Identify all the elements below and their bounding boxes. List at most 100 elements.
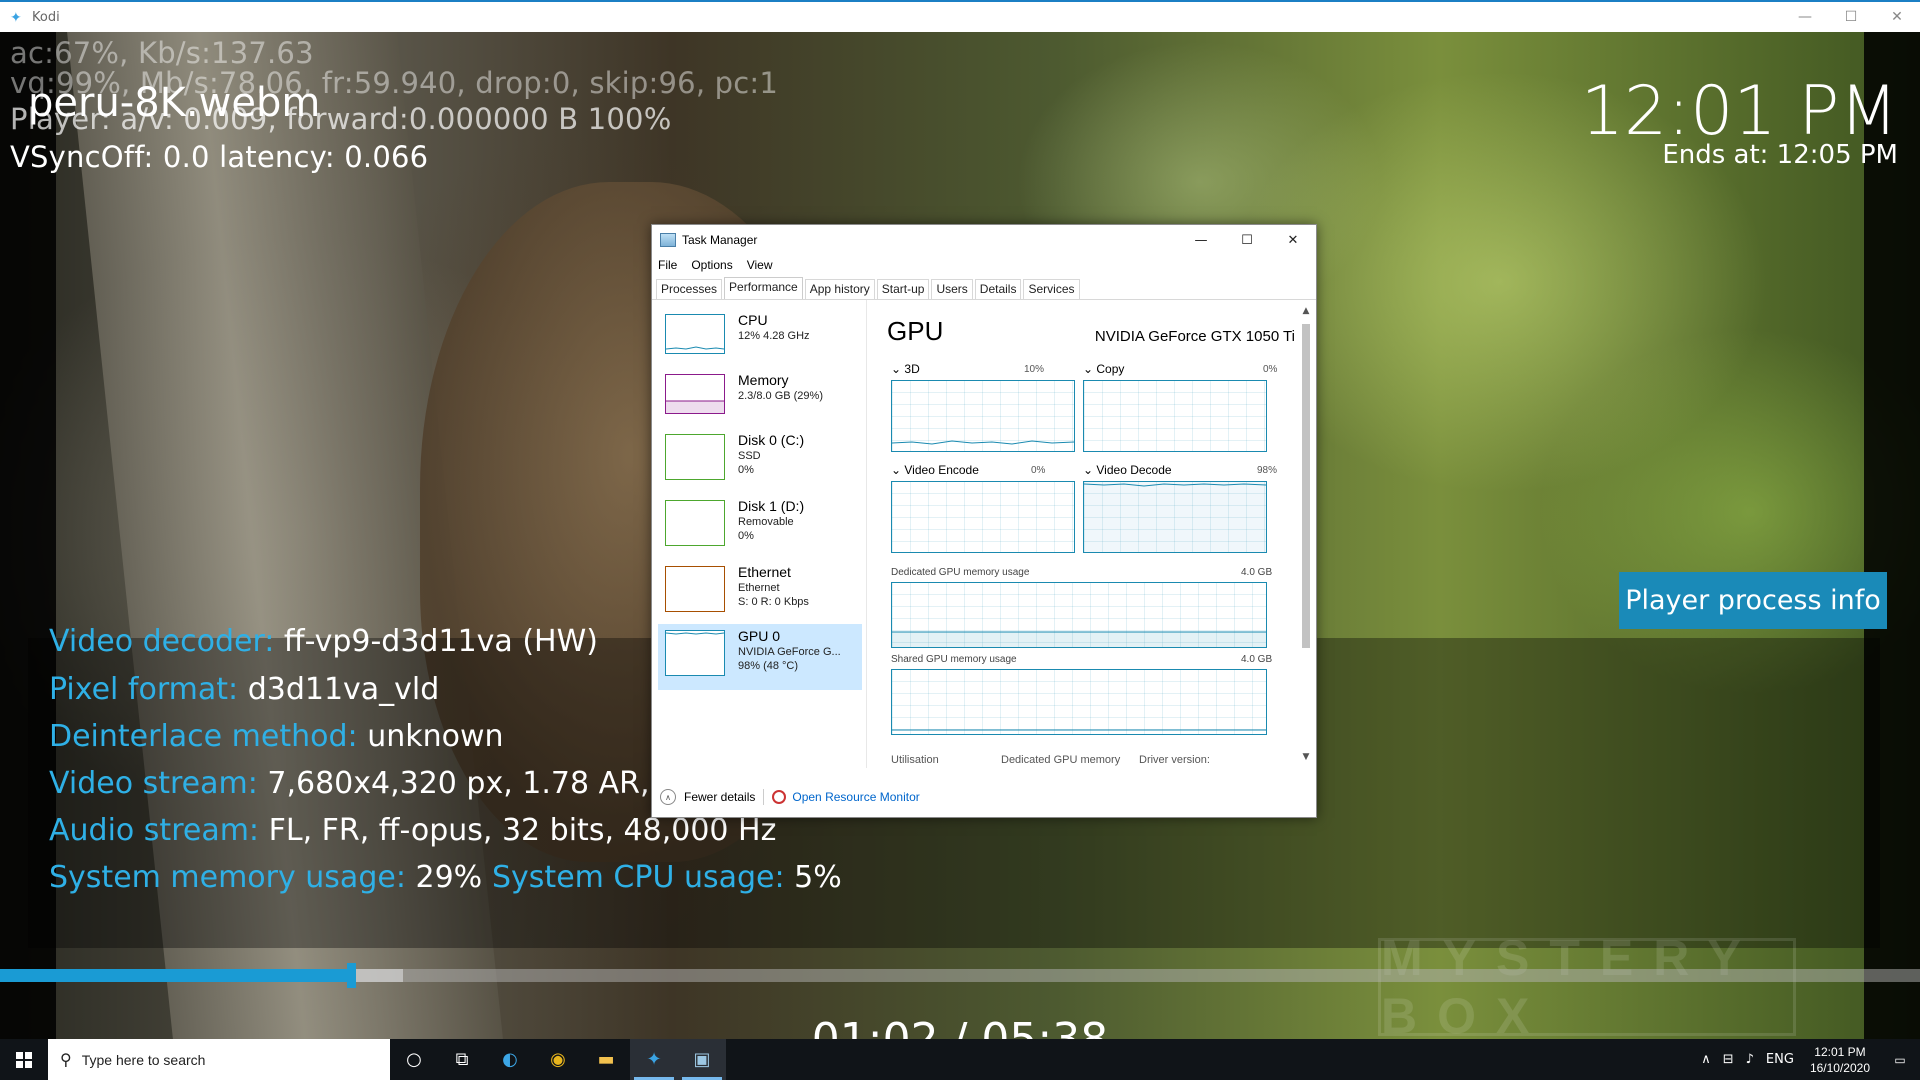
engine-video-encode-pct: 0%: [1031, 465, 1046, 476]
tm-close-button[interactable]: ✕: [1270, 225, 1316, 255]
tm-title: Task Manager: [682, 233, 758, 247]
taskbar-clock[interactable]: 12:01 PM 16/10/2020: [1810, 1044, 1870, 1076]
gpu-heading: GPU: [887, 316, 944, 346]
task-manager-taskbar-icon[interactable]: ▣: [678, 1039, 726, 1080]
engine-3d-label[interactable]: ⌄ 3D: [891, 362, 920, 376]
seek-handle[interactable]: [347, 963, 357, 988]
tm-scrollbar[interactable]: ▲ ▼: [1300, 306, 1312, 764]
memory-thumbnail: [665, 374, 725, 414]
task-manager-icon: [660, 233, 676, 247]
volume-icon[interactable]: ♪: [1746, 1052, 1754, 1067]
search-placeholder: Type here to search: [81, 1051, 206, 1068]
window-title: Kodi: [32, 9, 60, 25]
engine-copy-label[interactable]: ⌄ Copy: [1083, 362, 1124, 376]
cortana-icon[interactable]: ○: [390, 1039, 438, 1080]
task-view-icon[interactable]: ⧉: [438, 1039, 486, 1080]
start-button[interactable]: [0, 1039, 48, 1080]
scroll-down-icon[interactable]: ▼: [1300, 752, 1312, 762]
resource-ethernet[interactable]: Ethernet Ethernet S: 0 R: 0 Kbps: [658, 560, 862, 624]
info-system-cpu: System CPU usage: 5%: [492, 860, 842, 895]
engine-video-decode-pct: 98%: [1257, 465, 1278, 476]
osd-audio-stats: ac:67%, Kb/s:137.63: [10, 36, 314, 70]
tab-users[interactable]: Users: [931, 279, 973, 299]
tab-app-history[interactable]: App history: [804, 279, 875, 299]
fewer-details-link[interactable]: Fewer details: [684, 790, 755, 804]
shared-memory-max: 4.0 GB: [1241, 654, 1273, 665]
tm-menu-bar: File Options View: [652, 255, 1316, 275]
close-button[interactable]: ✕: [1874, 2, 1920, 32]
dedicated-memory-max: 4.0 GB: [1241, 567, 1273, 578]
tm-resource-list: CPU 12% 4.28 GHz Memory 2.3/8.0 GB (29%)…: [652, 300, 862, 768]
engine-copy-graph: [1083, 380, 1267, 452]
engine-copy-pct: 0%: [1263, 364, 1278, 375]
disk1-thumbnail: [665, 500, 725, 546]
chrome-icon[interactable]: ◉: [534, 1039, 582, 1080]
info-audio-stream: Audio stream: FL, FR, ff-opus, 32 bits, …: [49, 813, 777, 848]
system-tray: ∧ ⊟ ♪ ENG 12:01 PM 16/10/2020 ▭: [1695, 1039, 1920, 1080]
kodi-taskbar-icon[interactable]: ✦: [630, 1039, 678, 1080]
info-system-memory: System memory usage: 29%: [49, 860, 483, 895]
gpu-detail-pane: GPU NVIDIA GeForce GTX 1050 Ti ⌄ 3D 10% …: [866, 300, 1297, 768]
info-deinterlace: Deinterlace method: unknown: [49, 719, 504, 754]
windows-logo-icon: [16, 1051, 32, 1068]
info-video-stream: Video stream: 7,680x4,320 px, 1.78 AR, 5…: [49, 766, 745, 801]
engine-3d-pct: 10%: [1024, 364, 1045, 375]
seek-bar[interactable]: [0, 963, 1920, 988]
resource-monitor-icon: [772, 790, 787, 804]
search-icon: ⚲: [60, 1050, 72, 1069]
menu-view[interactable]: View: [747, 258, 773, 272]
file-explorer-icon[interactable]: ▬: [582, 1039, 630, 1080]
osd-vsync-stats: VSyncOff: 0.0 latency: 0.066: [10, 140, 429, 174]
network-icon[interactable]: ⊟: [1723, 1052, 1734, 1067]
tab-processes[interactable]: Processes: [656, 279, 723, 299]
minimize-button[interactable]: —: [1782, 2, 1828, 32]
resource-disk-0[interactable]: Disk 0 (C:) SSD 0%: [658, 428, 862, 492]
driver-version-label: Driver version:: [1139, 754, 1210, 766]
tab-details[interactable]: Details: [974, 279, 1022, 299]
resource-memory[interactable]: Memory 2.3/8.0 GB (29%): [658, 368, 862, 432]
chevron-up-icon[interactable]: ∧: [660, 789, 676, 805]
language-indicator[interactable]: ENG: [1766, 1052, 1794, 1067]
notification-icon[interactable]: ▭: [1880, 1053, 1920, 1067]
menu-file[interactable]: File: [658, 258, 677, 272]
tab-performance[interactable]: Performance: [724, 277, 803, 299]
playback-time: 01:02 / 05:38: [0, 1014, 1920, 1039]
edge-icon[interactable]: ◐: [486, 1039, 534, 1080]
engine-video-encode-graph: [891, 481, 1075, 553]
resource-disk-1[interactable]: Disk 1 (D:) Removable 0%: [658, 494, 862, 558]
gpu-thumbnail: [665, 630, 725, 676]
disk0-thumbnail: [665, 434, 725, 480]
taskbar-search[interactable]: ⚲ Type here to search: [48, 1039, 390, 1080]
resource-gpu-0[interactable]: GPU 0 NVIDIA GeForce G... 98% (48 °C): [658, 624, 862, 690]
tm-footer: ∧ Fewer details Open Resource Monitor: [652, 777, 1316, 817]
utilisation-label: Utilisation: [891, 754, 939, 766]
tm-tabs: Processes Performance App history Start-…: [652, 277, 1316, 300]
tab-services[interactable]: Services: [1023, 279, 1080, 299]
shared-memory-label: Shared GPU memory usage: [891, 654, 1017, 665]
dedicated-memory-graph: [891, 582, 1267, 648]
ends-at: Ends at: 12:05 PM: [1662, 140, 1898, 170]
tm-minimize-button[interactable]: —: [1178, 225, 1224, 255]
dedicated-gpu-memory-label: Dedicated GPU memory: [1001, 754, 1121, 766]
info-video-decoder: Video decoder: ff-vp9-d3d11va (HW): [49, 624, 598, 659]
engine-video-decode-label[interactable]: ⌄ Video Decode: [1083, 463, 1172, 477]
engine-video-encode-label[interactable]: ⌄ Video Encode: [891, 463, 979, 477]
kodi-app-icon: ✦: [10, 9, 22, 25]
scroll-up-icon[interactable]: ▲: [1300, 306, 1312, 316]
osd-player-stats: Player: a/v: 0.009, forward:0.000000 B 1…: [10, 102, 672, 136]
menu-options[interactable]: Options: [691, 258, 732, 272]
tm-maximize-button[interactable]: ☐: [1224, 225, 1270, 255]
ethernet-thumbnail: [665, 566, 725, 612]
resource-cpu[interactable]: CPU 12% 4.28 GHz: [658, 308, 862, 372]
scroll-thumb[interactable]: [1302, 324, 1310, 648]
maximize-button[interactable]: ☐: [1828, 2, 1874, 32]
open-resource-monitor-link[interactable]: Open Resource Monitor: [792, 790, 919, 804]
chevron-up-tray-icon[interactable]: ∧: [1701, 1052, 1711, 1067]
engine-video-decode-graph: [1083, 481, 1267, 553]
player-process-info-button[interactable]: Player process info: [1619, 572, 1887, 629]
seek-progress: [0, 969, 352, 982]
taskbar: ⚲ Type here to search ○ ⧉ ◐ ◉ ▬ ✦ ▣ ∧ ⊟ …: [0, 1039, 1920, 1080]
cpu-thumbnail: [665, 314, 725, 354]
gpu-model-name: NVIDIA GeForce GTX 1050 Ti: [1094, 328, 1295, 345]
tab-startup[interactable]: Start-up: [876, 279, 930, 299]
